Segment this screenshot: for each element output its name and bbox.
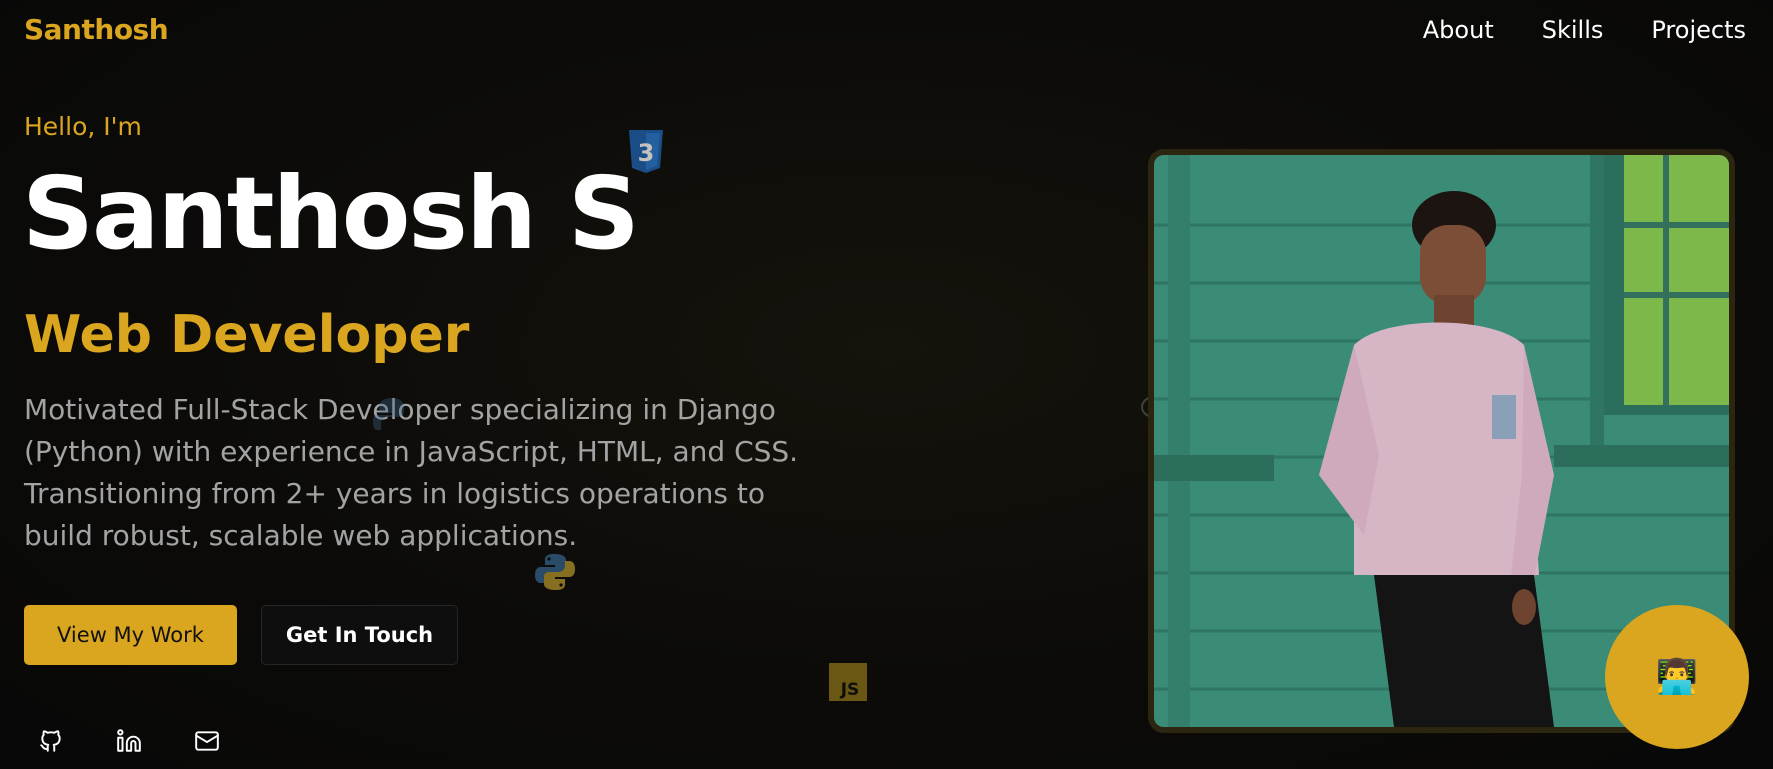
github-icon[interactable] (38, 728, 64, 754)
hero-name: Santhosh S (22, 155, 640, 272)
developer-emoji-icon: 👨‍💻 (1655, 657, 1699, 697)
css3-label: 3 (638, 139, 655, 167)
hero-greeting: Hello, I'm (24, 112, 142, 141)
linkedin-icon[interactable] (116, 728, 142, 754)
css3-icon: 3 (626, 128, 666, 174)
top-nav: Santhosh About Skills Projects (0, 0, 1773, 64)
chat-assistant-button[interactable]: 👨‍💻 (1605, 605, 1749, 749)
django-hint-icon (372, 396, 412, 438)
brand-logo[interactable]: Santhosh (24, 13, 169, 46)
javascript-icon: JS (829, 663, 867, 701)
hero-role: Web Developer (24, 305, 470, 365)
nav-links: About Skills Projects (1423, 16, 1746, 44)
nav-link-about[interactable]: About (1423, 16, 1494, 44)
view-my-work-button[interactable]: View My Work (24, 605, 237, 665)
mail-icon[interactable] (194, 728, 220, 754)
get-in-touch-button[interactable]: Get In Touch (261, 605, 458, 665)
nav-link-skills[interactable]: Skills (1542, 16, 1604, 44)
python-icon (535, 552, 575, 592)
nav-link-projects[interactable]: Projects (1651, 16, 1746, 44)
javascript-label: JS (840, 680, 860, 700)
